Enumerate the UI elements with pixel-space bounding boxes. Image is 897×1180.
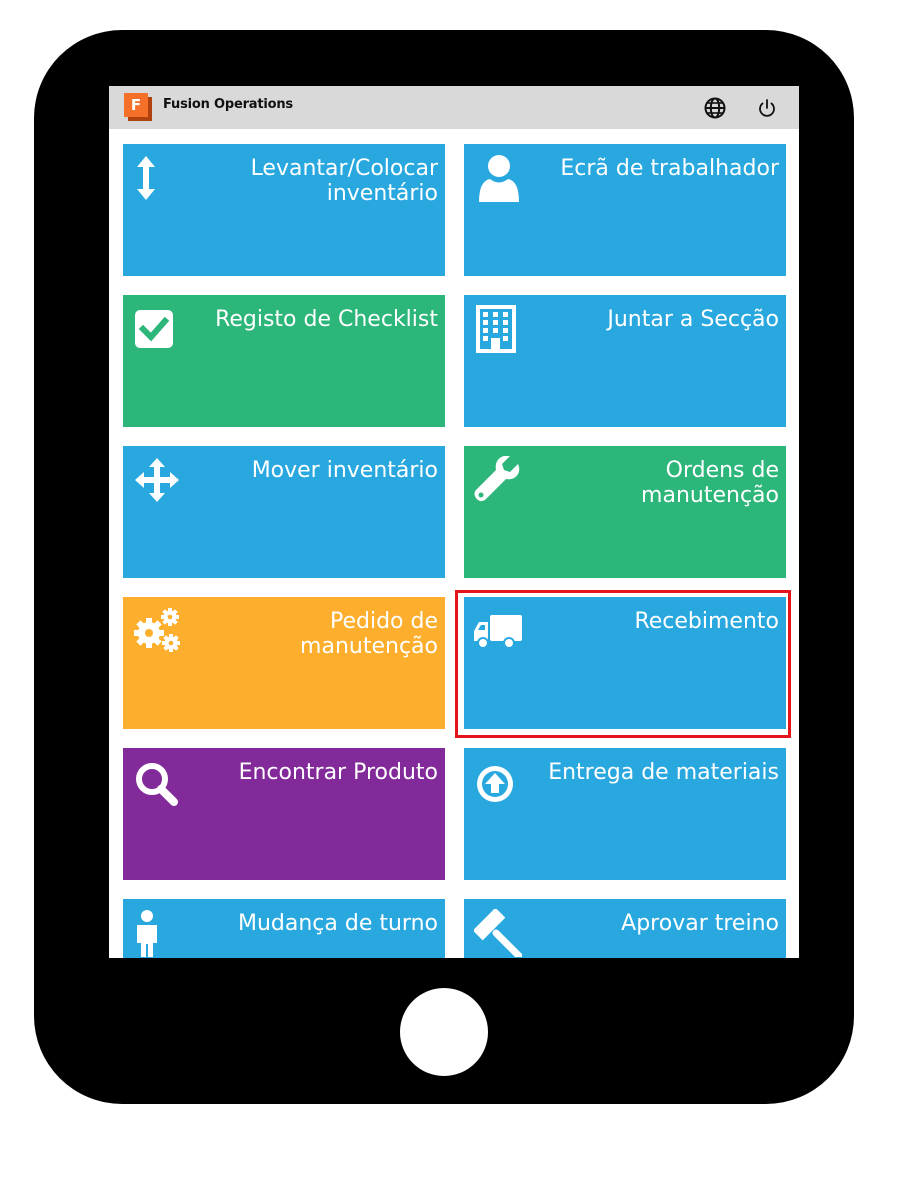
tile-registo-de-checklist[interactable]: Registo de Checklist <box>123 295 445 427</box>
tile-mudanca-de-turno[interactable]: Mudança de turno <box>123 899 445 958</box>
app-header: F Fusion Operations <box>109 86 799 129</box>
tile-levantar-colocar-inventario[interactable]: Levantar/Colocar inventário <box>123 144 445 276</box>
tile-recebimento[interactable]: Recebimento <box>464 597 786 729</box>
truck-icon <box>474 615 522 649</box>
move-arrows-icon <box>135 458 179 502</box>
gavel-icon <box>474 909 522 957</box>
magnifier-icon <box>136 763 178 806</box>
tile-label: Ecrã de trabalhador <box>560 156 779 181</box>
person-icon <box>137 910 157 957</box>
tile-label: Ordens de manutenção <box>641 458 779 508</box>
tile-pedido-de-manutencao[interactable]: Pedido de manutenção <box>123 597 445 729</box>
tile-aprovar-treino[interactable]: Aprovar treino <box>464 899 786 958</box>
checkbox-icon <box>135 310 173 348</box>
app-title: Fusion Operations <box>163 97 293 112</box>
home-button[interactable] <box>400 988 488 1076</box>
tile-label: Pedido de manutenção <box>300 609 438 659</box>
app-screen: F Fusion Operations Levantar/Colocar inv… <box>109 86 799 958</box>
tile-mover-inventario[interactable]: Mover inventário <box>123 446 445 578</box>
tile-label: Encontrar Produto <box>238 760 438 785</box>
tile-label: Juntar a Secção <box>607 307 779 332</box>
tile-label: Levantar/Colocar inventário <box>250 156 438 206</box>
user-icon <box>479 155 519 202</box>
upload-circle-icon <box>477 766 513 802</box>
tile-ecra-de-trabalhador[interactable]: Ecrã de trabalhador <box>464 144 786 276</box>
tile-label: Recebimento <box>634 609 779 634</box>
building-icon <box>476 305 516 353</box>
tile-label: Aprovar treino <box>621 911 779 936</box>
app-logo-icon: F <box>124 93 152 121</box>
tile-juntar-a-seccao[interactable]: Juntar a Secção <box>464 295 786 427</box>
wrench-icon <box>474 456 520 502</box>
tile-label: Registo de Checklist <box>215 307 438 332</box>
globe-icon[interactable] <box>703 96 727 120</box>
tile-label: Mudança de turno <box>237 911 438 936</box>
tile-label: Mover inventário <box>251 458 438 483</box>
tile-ordens-de-manutencao[interactable]: Ordens de manutenção <box>464 446 786 578</box>
tile-entrega-de-materiais[interactable]: Entrega de materiais <box>464 748 786 880</box>
gears-icon <box>134 608 180 652</box>
vertical-arrows-icon <box>137 156 155 200</box>
power-icon[interactable] <box>755 96 779 120</box>
tile-encontrar-produto[interactable]: Encontrar Produto <box>123 748 445 880</box>
tile-label: Entrega de materiais <box>548 760 779 785</box>
